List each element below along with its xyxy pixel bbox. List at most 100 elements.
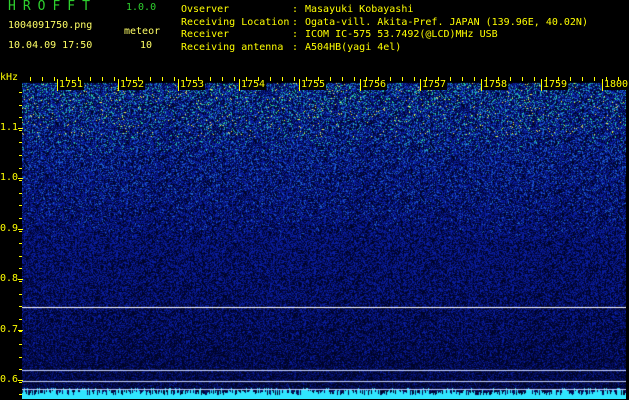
minor-freq-tick bbox=[19, 218, 22, 219]
capture-datetime: 10.04.09 17:50 bbox=[8, 40, 93, 51]
freq-tick bbox=[18, 380, 23, 381]
info-label-antenna: Receiving antenna bbox=[181, 41, 284, 53]
file-name: 1004091750.png bbox=[8, 20, 93, 31]
minor-freq-tick bbox=[19, 281, 22, 282]
freq-label: 0.9 bbox=[0, 223, 19, 234]
minor-time-tick bbox=[234, 77, 235, 81]
minor-time-tick bbox=[174, 77, 175, 81]
freq-tick bbox=[18, 128, 23, 129]
minor-freq-tick bbox=[19, 142, 22, 143]
minor-time-tick bbox=[186, 77, 187, 81]
minor-freq-tick bbox=[19, 193, 22, 194]
info-value-location: Ogata-vill. Akita-Pref. JAPAN (139.96E, … bbox=[305, 16, 588, 28]
time-label: 1752 bbox=[119, 79, 146, 90]
info-value-antenna: A504HB(yagi 4el) bbox=[305, 41, 402, 53]
minor-time-tick bbox=[138, 77, 139, 81]
minor-time-tick bbox=[282, 77, 283, 81]
minor-time-tick bbox=[210, 77, 211, 81]
info-label-observer: Ovserver bbox=[181, 4, 230, 15]
minor-time-tick bbox=[294, 77, 295, 81]
info-colons: : : : : bbox=[292, 4, 299, 53]
minor-freq-tick bbox=[19, 319, 22, 320]
info-label-location: Receiving Location bbox=[181, 16, 290, 28]
minor-freq-tick bbox=[19, 369, 22, 370]
info-label-receiver: Receiver bbox=[181, 29, 230, 40]
minor-time-tick bbox=[198, 77, 199, 81]
minor-freq-tick bbox=[19, 268, 22, 269]
freq-label: 1.0 bbox=[0, 172, 19, 183]
minor-freq-tick bbox=[19, 92, 22, 93]
minor-time-tick bbox=[582, 77, 583, 81]
minor-time-tick bbox=[414, 77, 415, 81]
minor-freq-tick bbox=[19, 382, 22, 383]
minor-freq-tick bbox=[19, 130, 22, 131]
minor-time-tick bbox=[486, 77, 487, 81]
freq-unit-label: kHz bbox=[0, 72, 19, 83]
minor-time-tick bbox=[42, 77, 43, 81]
freq-tick bbox=[18, 279, 23, 280]
info-labels: Ovserver Receiving Location Receiver Receiv… bbox=[181, 4, 289, 54]
minor-time-tick bbox=[510, 77, 511, 81]
minor-freq-tick bbox=[19, 105, 22, 106]
minor-time-tick bbox=[54, 77, 55, 81]
info-values: Masayuki Kobayashi Ogata-vill. Akita-Pref… bbox=[305, 4, 588, 54]
freq-tick bbox=[18, 178, 23, 179]
freq-label: 0.8 bbox=[0, 273, 19, 284]
minor-freq-tick bbox=[19, 168, 22, 169]
minor-time-tick bbox=[114, 77, 115, 81]
minor-time-tick bbox=[594, 77, 595, 81]
minor-time-tick bbox=[402, 77, 403, 81]
minor-time-tick bbox=[474, 77, 475, 81]
minor-freq-tick bbox=[19, 205, 22, 206]
minor-freq-tick bbox=[19, 231, 22, 232]
minor-time-tick bbox=[378, 77, 379, 81]
time-label: 1755 bbox=[300, 79, 327, 90]
minor-time-tick bbox=[546, 77, 547, 81]
minor-time-tick bbox=[558, 77, 559, 81]
spectrogram-plot[interactable] bbox=[22, 77, 626, 399]
info-value-receiver: ICOM IC-575 53.7492(@LCD)MHz USB bbox=[305, 29, 498, 40]
freq-label: 1.1 bbox=[0, 122, 19, 133]
minor-freq-tick bbox=[19, 294, 22, 295]
minor-time-tick bbox=[462, 77, 463, 81]
minor-freq-tick bbox=[19, 180, 22, 181]
minor-time-tick bbox=[66, 77, 67, 81]
meteor-count: 10 bbox=[140, 40, 153, 51]
time-label: 1756 bbox=[361, 79, 388, 90]
freq-label: 0.6 bbox=[0, 374, 19, 385]
time-label: 1751 bbox=[58, 79, 85, 90]
minor-freq-tick bbox=[19, 117, 22, 118]
minor-freq-tick bbox=[19, 256, 22, 257]
info-value-observer: Masayuki Kobayashi bbox=[305, 4, 414, 15]
spectrogram-canvas[interactable] bbox=[22, 77, 626, 399]
minor-time-tick bbox=[318, 77, 319, 81]
minor-freq-tick bbox=[19, 357, 22, 358]
minor-time-tick bbox=[246, 77, 247, 81]
minor-time-tick bbox=[438, 77, 439, 81]
minor-freq-tick bbox=[19, 243, 22, 244]
minor-time-tick bbox=[498, 77, 499, 81]
minor-time-tick bbox=[390, 77, 391, 81]
minor-time-tick bbox=[270, 77, 271, 81]
minor-time-tick bbox=[150, 77, 151, 81]
minor-time-tick bbox=[90, 77, 91, 81]
minor-time-tick bbox=[522, 77, 523, 81]
freq-tick bbox=[18, 229, 23, 230]
minor-time-tick bbox=[618, 77, 619, 81]
minor-freq-tick bbox=[19, 331, 22, 332]
minor-time-tick bbox=[102, 77, 103, 81]
minor-freq-tick bbox=[19, 155, 22, 156]
minor-time-tick bbox=[426, 77, 427, 81]
freq-label: 0.7 bbox=[0, 324, 19, 335]
minor-time-tick bbox=[534, 77, 535, 81]
minor-time-tick bbox=[258, 77, 259, 81]
time-label: 1754 bbox=[240, 79, 267, 90]
minor-time-tick bbox=[78, 77, 79, 81]
time-label: 1753 bbox=[179, 79, 206, 90]
minor-time-tick bbox=[222, 77, 223, 81]
app-title: HROFFT bbox=[8, 0, 97, 14]
minor-time-tick bbox=[330, 77, 331, 81]
minor-time-tick bbox=[366, 77, 367, 81]
minor-time-tick bbox=[606, 77, 607, 81]
minor-time-tick bbox=[342, 77, 343, 81]
